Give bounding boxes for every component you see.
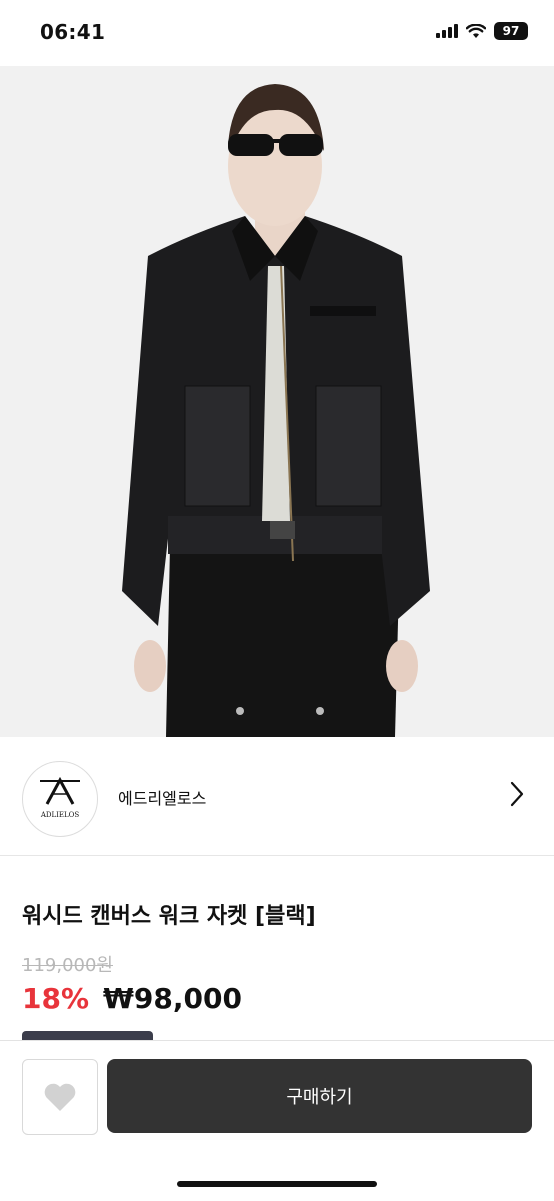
discount-rate: 18%	[22, 982, 90, 1015]
buy-button[interactable]: 구매하기	[107, 1059, 532, 1133]
status-icons: 97	[436, 22, 528, 40]
shop-name[interactable]: 에드리엘로스	[118, 785, 206, 809]
product-title: 워시드 캔버스 워크 자켓 [블랙]	[22, 904, 316, 929]
battery-icon: 97	[494, 22, 528, 40]
wifi-icon	[466, 23, 486, 38]
heart-icon	[44, 1083, 76, 1111]
product-image[interactable]	[0, 66, 554, 737]
like-button[interactable]	[22, 1059, 98, 1135]
shop-logo-icon: ADLIELOS	[40, 776, 80, 819]
status-time: 06:41	[40, 20, 106, 44]
status-bar: 06:41 97	[0, 0, 554, 66]
shop-row[interactable]: ADLIELOS 에드리엘로스	[0, 737, 554, 856]
home-indicator	[177, 1181, 377, 1187]
sale-price: ₩98,000	[103, 982, 242, 1015]
price-row: 18% ₩98,000	[22, 982, 242, 1015]
bottom-action-bar: 구매하기	[0, 1040, 554, 1201]
shop-logo[interactable]: ADLIELOS	[22, 761, 98, 837]
signal-icon	[436, 24, 458, 38]
original-price: 119,000원	[22, 955, 113, 976]
chevron-right-icon[interactable]	[510, 781, 524, 807]
svg-text:ADLIELOS: ADLIELOS	[40, 811, 80, 819]
jacket-photo	[0, 66, 554, 737]
